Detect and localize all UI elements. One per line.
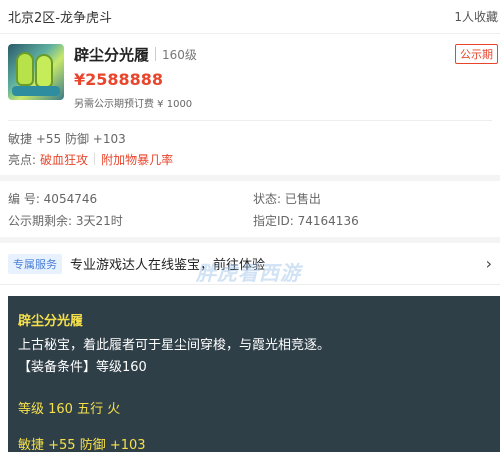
public-period-badge: 公示期 xyxy=(455,44,498,64)
highlight-label: 亮点: xyxy=(8,152,37,167)
boots-item-icon[interactable] xyxy=(8,44,64,100)
item-level: 160级 xyxy=(162,47,197,62)
item-card[interactable]: 辟尘分光履 160级 ¥2588888 另需公示期预订费 ¥ 1000 公示期 xyxy=(0,34,500,120)
listing-id: 编 号: 4054746 xyxy=(8,192,98,206)
item-attributes: 敏捷 +55 防御 +103 亮点: 破血狂攻 附加物暴几率 xyxy=(0,121,500,175)
item-name: 辟尘分光履 xyxy=(74,45,150,64)
remaining-time: 公示期剩余: 3天21时 xyxy=(8,214,123,228)
top-bar: 北京2区-龙争虎斗 1人收藏 xyxy=(0,0,500,34)
listing-status: 状态: 已售出 xyxy=(253,192,321,206)
listing-meta: 编 号: 4054746 状态: 已售出 公示期剩余: 3天21时 指定ID: … xyxy=(0,181,500,233)
reservation-fee: 另需公示期预订费 ¥ 1000 xyxy=(74,99,193,110)
item-detail-panel: 辟尘分光履 上古秘宝，着此履者可于星尘间穿梭，与霞光相竞逐。 【装备条件】等级1… xyxy=(8,296,500,452)
service-tag: 专属服务 xyxy=(8,253,62,274)
item-price: ¥2588888 xyxy=(74,70,164,89)
detail-level-element: 等级 160 五行 火 xyxy=(18,402,121,417)
detail-item-name: 辟尘分光履 xyxy=(18,314,84,329)
chevron-right-icon[interactable]: › xyxy=(486,254,492,273)
detail-requirement: 【装备条件】等级160 xyxy=(18,360,147,375)
highlight-tag: 破血狂攻 xyxy=(40,152,89,167)
designated-id: 指定ID: 74164136 xyxy=(253,214,359,228)
divider xyxy=(94,153,96,165)
server-name: 北京2区-龙争虎斗 xyxy=(8,11,112,26)
detail-stats: 敏捷 +55 防御 +103 xyxy=(18,438,146,452)
divider xyxy=(155,47,157,61)
base-stats: 敏捷 +55 防御 +103 xyxy=(8,132,126,146)
favorites-count[interactable]: 1人收藏 xyxy=(454,8,500,25)
highlight-tag: 附加物暴几率 xyxy=(101,152,174,167)
detail-description: 上古秘宝，着此履者可于星尘间穿梭，与霞光相竞逐。 xyxy=(18,338,331,353)
watermark-text: 胖虎看西游 xyxy=(196,261,301,285)
